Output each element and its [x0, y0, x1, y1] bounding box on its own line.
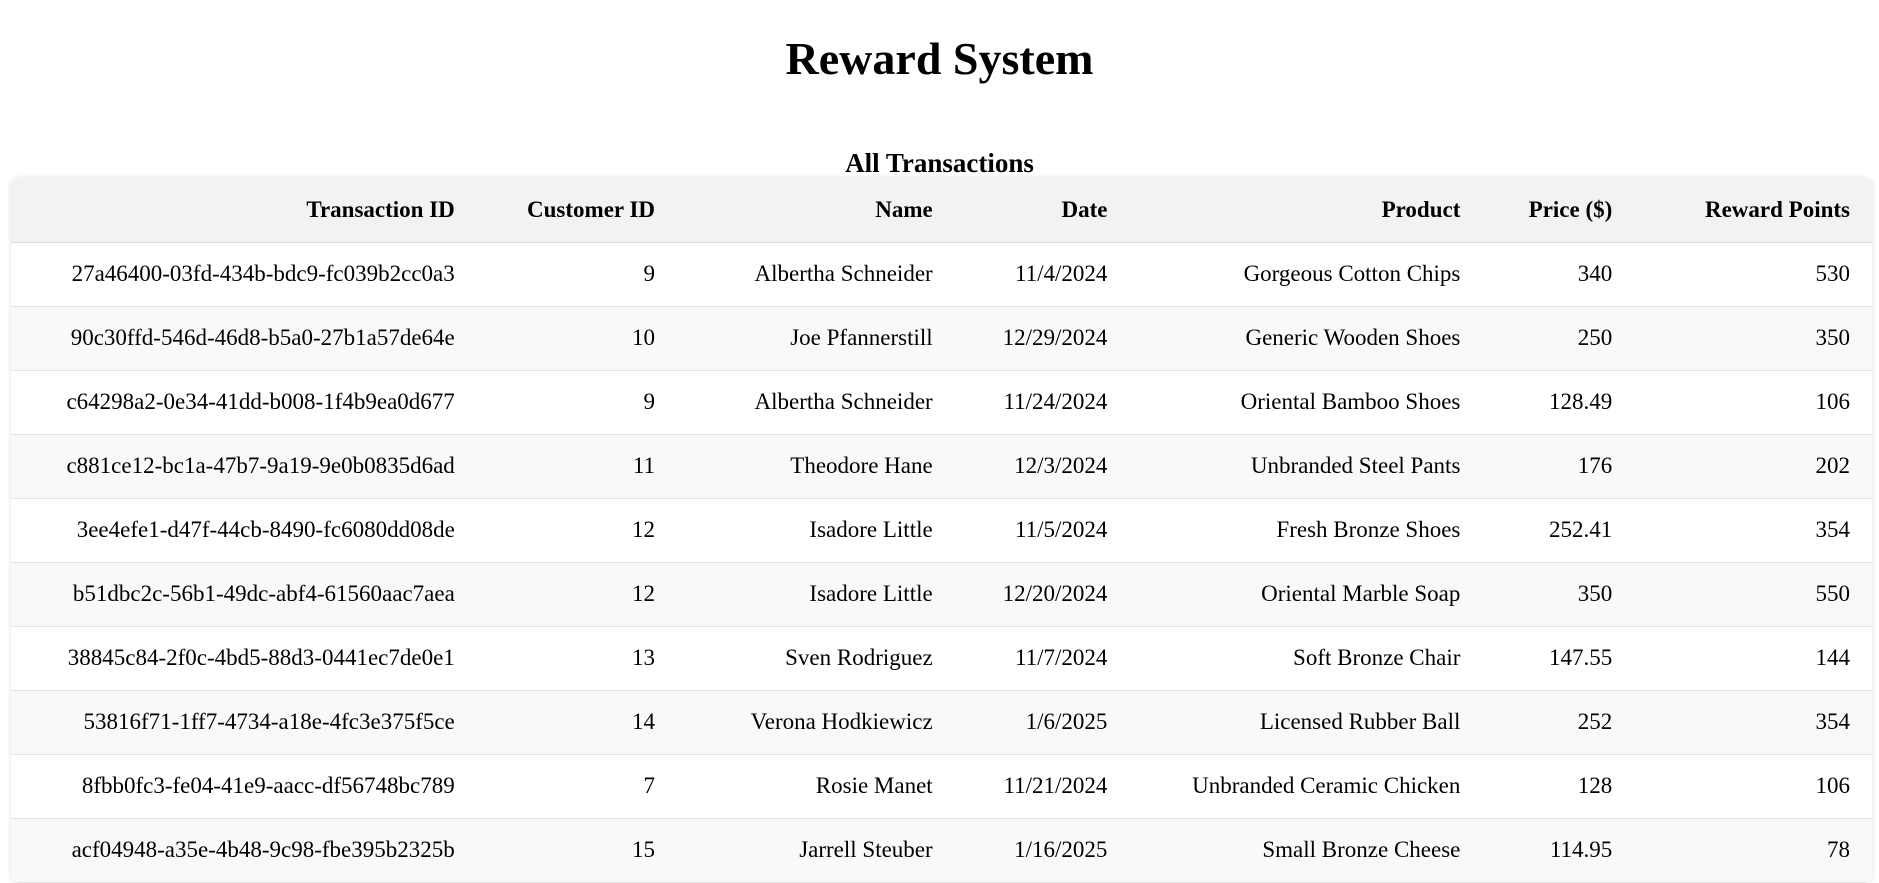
cell-reward-points: 106 — [1815, 389, 1851, 414]
cell-name: Isadore Little — [809, 581, 933, 606]
cell-reward-points: 550 — [1815, 581, 1851, 606]
cell-customer-id: 7 — [643, 773, 656, 798]
cell-product: Soft Bronze Chair — [1293, 645, 1461, 670]
cell-name: Rosie Manet — [815, 773, 933, 798]
column-header-customer-id: Customer ID — [476, 178, 678, 243]
table-row: 38845c84-2f0c-4bd5-88d3-0441ec7de0e1 13 … — [11, 626, 1872, 690]
column-header-price: Price ($) — [1482, 178, 1635, 243]
transactions-table: Transaction ID Customer ID Name Date Pro… — [11, 178, 1872, 883]
cell-reward-points: 354 — [1815, 517, 1851, 542]
cell-name: Joe Pfannerstill — [790, 325, 933, 350]
cell-transaction-id: c881ce12-bc1a-47b7-9a19-9e0b0835d6ad — [66, 453, 455, 478]
cell-name: Isadore Little — [809, 517, 933, 542]
cell-transaction-id: 8fbb0fc3-fe04-41e9-aacc-df56748bc789 — [81, 773, 455, 798]
cell-name: Theodore Hane — [790, 453, 933, 478]
cell-date: 11/7/2024 — [1015, 645, 1108, 670]
cell-price: 340 — [1577, 261, 1613, 286]
cell-product: Unbranded Ceramic Chicken — [1192, 773, 1461, 798]
table-row: 3ee4efe1-d47f-44cb-8490-fc6080dd08de 12 … — [11, 498, 1872, 562]
table-row: b51dbc2c-56b1-49dc-abf4-61560aac7aea 12 … — [11, 562, 1872, 626]
cell-name: Albertha Schneider — [754, 389, 933, 414]
cell-reward-points: 350 — [1815, 325, 1851, 350]
cell-reward-points: 144 — [1815, 645, 1851, 670]
cell-customer-id: 14 — [632, 709, 656, 734]
cell-name: Jarrell Steuber — [799, 837, 933, 862]
cell-price: 252.41 — [1549, 517, 1613, 542]
table-body: 27a46400-03fd-434b-bdc9-fc039b2cc0a3 9 A… — [11, 242, 1872, 882]
cell-customer-id: 12 — [632, 581, 656, 606]
cell-customer-id: 11 — [632, 453, 656, 478]
cell-transaction-id: 3ee4efe1-d47f-44cb-8490-fc6080dd08de — [76, 517, 455, 542]
table-row: c881ce12-bc1a-47b7-9a19-9e0b0835d6ad 11 … — [11, 434, 1872, 498]
column-header-transaction-id: Transaction ID — [11, 178, 477, 243]
column-header-product: Product — [1129, 178, 1483, 243]
cell-product: Oriental Marble Soap — [1261, 581, 1461, 606]
header-row: Transaction ID Customer ID Name Date Pro… — [11, 178, 1872, 243]
cell-price: 252 — [1577, 709, 1613, 734]
cell-date: 12/29/2024 — [1002, 325, 1108, 350]
cell-product: Unbranded Steel Pants — [1250, 453, 1461, 478]
cell-name: Sven Rodriguez — [785, 645, 933, 670]
cell-date: 11/4/2024 — [1015, 261, 1108, 286]
cell-product: Fresh Bronze Shoes — [1276, 517, 1461, 542]
cell-name: Albertha Schneider — [754, 261, 933, 286]
table-row: 27a46400-03fd-434b-bdc9-fc039b2cc0a3 9 A… — [11, 242, 1872, 306]
cell-price: 128.49 — [1549, 389, 1613, 414]
cell-name: Verona Hodkiewicz — [750, 709, 933, 734]
table-row: 90c30ffd-546d-46d8-b5a0-27b1a57de64e 10 … — [11, 306, 1872, 370]
cell-price: 128 — [1577, 773, 1613, 798]
cell-customer-id: 9 — [643, 389, 656, 414]
page-title: Reward System — [785, 33, 1094, 84]
cell-date: 12/20/2024 — [1002, 581, 1108, 606]
cell-transaction-id: 90c30ffd-546d-46d8-b5a0-27b1a57de64e — [70, 325, 455, 350]
cell-price: 176 — [1577, 453, 1613, 478]
cell-product: Gorgeous Cotton Chips — [1243, 261, 1461, 286]
table-header: Transaction ID Customer ID Name Date Pro… — [11, 178, 1872, 243]
cell-price: 250 — [1577, 325, 1613, 350]
cell-reward-points: 78 — [1827, 837, 1850, 862]
table-row: 53816f71-1ff7-4734-a18e-4fc3e375f5ce 14 … — [11, 690, 1872, 754]
cell-reward-points: 530 — [1815, 261, 1851, 286]
table-row: 8fbb0fc3-fe04-41e9-aacc-df56748bc789 7 R… — [11, 754, 1872, 818]
column-header-reward-points: Reward Points — [1634, 178, 1872, 243]
column-header-name: Name — [677, 178, 955, 243]
column-header-date: Date — [954, 178, 1130, 243]
cell-price: 147.55 — [1549, 645, 1613, 670]
cell-reward-points: 106 — [1815, 773, 1851, 798]
cell-reward-points: 202 — [1815, 453, 1851, 478]
cell-price: 114.95 — [1549, 837, 1613, 862]
cell-transaction-id: 27a46400-03fd-434b-bdc9-fc039b2cc0a3 — [71, 261, 455, 286]
table-row: c64298a2-0e34-41dd-b008-1f4b9ea0d677 9 A… — [11, 370, 1872, 434]
cell-date: 11/5/2024 — [1015, 517, 1108, 542]
cell-customer-id: 13 — [632, 645, 656, 670]
cell-date: 1/16/2025 — [1014, 837, 1108, 862]
cell-date: 11/21/2024 — [1003, 773, 1108, 798]
cell-date: 1/6/2025 — [1025, 709, 1108, 734]
cell-customer-id: 10 — [632, 325, 656, 350]
cell-transaction-id: 53816f71-1ff7-4734-a18e-4fc3e375f5ce — [83, 709, 455, 734]
table-row: acf04948-a35e-4b48-9c98-fbe395b2325b 15 … — [11, 818, 1872, 882]
section-title: All Transactions — [845, 148, 1034, 178]
cell-price: 350 — [1577, 581, 1613, 606]
cell-transaction-id: b51dbc2c-56b1-49dc-abf4-61560aac7aea — [72, 581, 455, 606]
cell-product: Oriental Bamboo Shoes — [1240, 389, 1461, 414]
cell-transaction-id: 38845c84-2f0c-4bd5-88d3-0441ec7de0e1 — [67, 645, 455, 670]
cell-product: Small Bronze Cheese — [1262, 837, 1461, 862]
cell-product: Generic Wooden Shoes — [1245, 325, 1461, 350]
cell-customer-id: 12 — [632, 517, 656, 542]
cell-transaction-id: c64298a2-0e34-41dd-b008-1f4b9ea0d677 — [66, 389, 455, 414]
cell-customer-id: 15 — [632, 837, 656, 862]
cell-transaction-id: acf04948-a35e-4b48-9c98-fbe395b2325b — [71, 837, 455, 862]
cell-date: 11/24/2024 — [1003, 389, 1108, 414]
cell-product: Licensed Rubber Ball — [1259, 709, 1461, 734]
transactions-table-container: Transaction ID Customer ID Name Date Pro… — [11, 178, 1872, 883]
cell-date: 12/3/2024 — [1014, 453, 1108, 478]
cell-reward-points: 354 — [1815, 709, 1851, 734]
cell-customer-id: 9 — [643, 261, 656, 286]
